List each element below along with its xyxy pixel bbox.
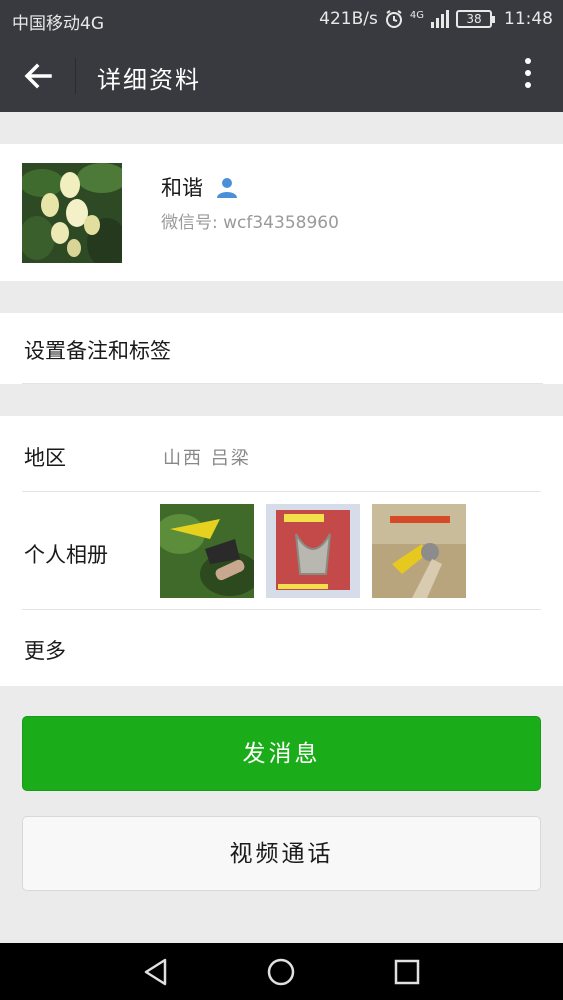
album-label: 个人相册 bbox=[24, 543, 108, 567]
wechat-id: 微信号: wcf34358960 bbox=[161, 213, 339, 233]
album-row[interactable]: 个人相册 bbox=[0, 416, 563, 609]
battery-icon: 38 bbox=[456, 10, 495, 28]
album-photo[interactable] bbox=[160, 504, 254, 598]
info-card: 地区 山西 吕梁 个人相册 更多 bbox=[0, 416, 563, 686]
more-label: 更多 bbox=[24, 639, 66, 663]
set-remark-row[interactable]: 设置备注和标签 bbox=[0, 313, 563, 384]
send-message-button[interactable]: 发消息 bbox=[22, 716, 541, 791]
person-icon bbox=[217, 178, 237, 198]
more-row[interactable]: 更多 bbox=[0, 609, 563, 686]
app-bar: 详细资料 bbox=[0, 40, 563, 112]
header-divider bbox=[75, 58, 76, 94]
status-bar: 中国移动4G 421B/s 4G 38 11:48 bbox=[0, 0, 563, 40]
clock: 11:48 bbox=[504, 9, 553, 29]
page-title: 详细资料 bbox=[97, 66, 201, 94]
arrow-left-icon[interactable] bbox=[22, 60, 54, 92]
set-remark-label: 设置备注和标签 bbox=[24, 339, 171, 363]
nav-back-icon[interactable] bbox=[141, 957, 171, 987]
nav-recents-icon[interactable] bbox=[392, 957, 422, 987]
signal-icon bbox=[431, 10, 449, 28]
album-photo[interactable] bbox=[372, 504, 466, 598]
network-speed: 421B/s bbox=[319, 9, 378, 29]
divider bbox=[22, 383, 543, 384]
carrier-label: 中国移动4G bbox=[12, 14, 104, 34]
network-type: 4G bbox=[409, 10, 424, 21]
video-call-button[interactable]: 视频通话 bbox=[22, 816, 541, 891]
album-photo[interactable] bbox=[266, 504, 360, 598]
profile-card[interactable]: 和谐 微信号: wcf34358960 bbox=[0, 144, 563, 281]
status-indicators: 421B/s 4G 38 11:48 bbox=[319, 9, 553, 29]
alarm-icon bbox=[385, 10, 402, 28]
avatar[interactable] bbox=[22, 163, 122, 263]
system-nav-bar bbox=[0, 943, 563, 1000]
name-row: 和谐 bbox=[161, 172, 239, 202]
contact-name: 和谐 bbox=[161, 176, 203, 200]
nav-home-icon[interactable] bbox=[266, 957, 296, 987]
more-vertical-icon[interactable] bbox=[523, 58, 533, 94]
